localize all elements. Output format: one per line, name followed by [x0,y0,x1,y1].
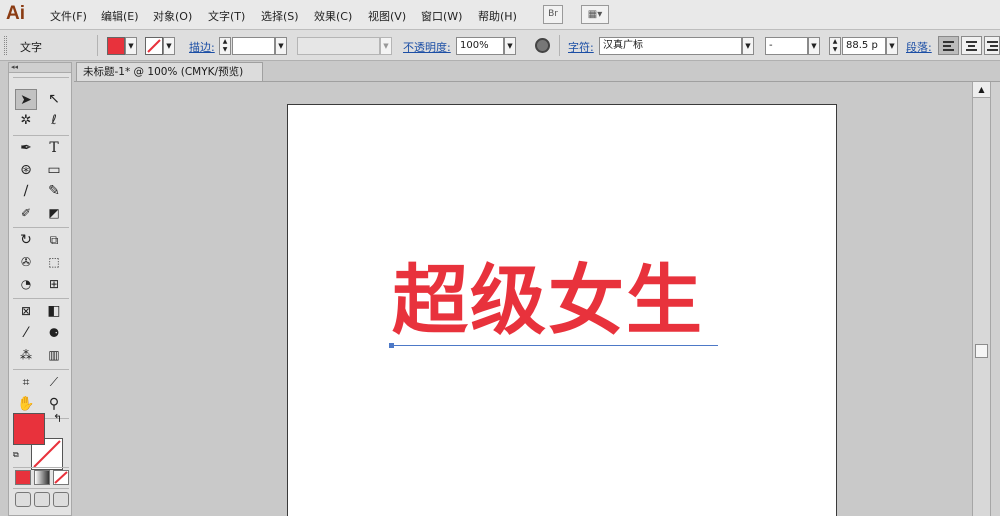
toolbox-panel: ◂◂ ➤ ↖ ✲ ℓ ✒ T ⊛ ▭ ∕ ✎ ✐ ◩ ↻ ⧉ ✇ ⬚ ◔ ⊞ ⊠… [8,62,72,516]
font-size-input[interactable]: 88.5 p [842,37,886,55]
stroke-label[interactable]: 描边: [189,39,215,55]
opacity-input[interactable]: 100% [456,37,504,55]
column-graph-tool-icon[interactable]: ▥ [43,345,65,366]
pencil-tool-icon[interactable]: ✎ [43,181,65,202]
pen-tool-icon[interactable]: ✒ [15,138,37,159]
selection-tool-icon[interactable]: ➤ [15,89,37,110]
workspace-grid-icon[interactable]: ▦▾ [581,5,609,24]
slice-tool-icon[interactable]: ⟋ [43,372,65,393]
menu-select[interactable]: 选择(S) [261,8,299,24]
align-center-button[interactable] [961,36,982,55]
right-panel-edge [990,82,1000,516]
opacity-label[interactable]: 不透明度: [403,39,451,55]
no-stroke-icon [147,39,161,53]
align-right-button[interactable] [984,36,1000,55]
scroll-up-arrow-icon[interactable]: ▲ [973,82,990,98]
menu-window[interactable]: 窗口(W) [421,8,462,24]
menu-edit[interactable]: 编辑(E) [101,8,139,24]
paintbrush-tool-icon[interactable]: ∕ [15,181,37,202]
spiral-tool-icon[interactable]: ⊛ [15,160,37,181]
stroke-weight-input[interactable] [232,37,275,55]
warp-tool-icon[interactable]: ✇ [15,252,37,273]
artboard-tool-icon[interactable]: ⌗ [15,372,37,393]
fill-swatch[interactable] [107,37,125,55]
free-transform-tool-icon[interactable]: ⬚ [43,252,65,273]
font-size-stepper[interactable]: ▲ ▼ [829,37,841,55]
gradient-tool-icon[interactable]: ◧ [43,301,65,322]
font-family-input[interactable]: 汉真广标 [599,37,742,55]
font-size-dropdown[interactable]: ▼ [886,37,898,55]
app-logo: Ai [6,3,25,24]
rectangle-tool-icon[interactable]: ▭ [43,160,65,181]
fill-dropdown-arrow[interactable]: ▼ [125,37,137,55]
grip-icon [4,36,7,55]
none-icon [54,471,68,484]
stroke-weight-stepper[interactable]: ▲ ▼ [219,37,231,55]
type-tool-icon[interactable]: T [43,138,65,159]
align-left-button[interactable] [938,36,959,55]
artboard[interactable]: 超级女生 [287,104,837,516]
shape-builder-tool-icon[interactable]: ◔ [15,274,37,295]
draw-behind-button[interactable] [34,492,50,507]
lasso-tool-icon[interactable]: ℓ [43,111,65,132]
canvas-area[interactable]: 超级女生 [74,82,972,516]
symbol-sprayer-tool-icon[interactable]: ⁂ [15,345,37,366]
stroke-weight-dropdown[interactable]: ▼ [275,37,287,55]
font-style-dropdown[interactable]: ▼ [808,37,820,55]
bridge-button[interactable]: Br [543,5,563,24]
perspective-grid-tool-icon[interactable]: ⊞ [43,274,65,295]
variable-width-profile[interactable] [297,37,380,55]
eyedropper-tool-icon[interactable]: ⁄ [15,323,37,344]
opacity-dropdown[interactable]: ▼ [504,37,516,55]
font-family-dropdown[interactable]: ▼ [742,37,754,55]
menu-view[interactable]: 视图(V) [368,8,406,24]
tool-name: 文字 [20,41,42,54]
text-baseline [392,345,718,346]
none-mode-button[interactable] [53,470,69,485]
document-tab[interactable]: 未标题-1* @ 100% (CMYK/预览) [76,62,263,82]
mesh-tool-icon[interactable]: ⊠ [15,301,37,322]
menu-bar: Ai 文件(F) 编辑(E) 对象(O) 文字(T) 选择(S) 效果(C) 视… [0,0,1000,30]
character-label[interactable]: 字符: [568,39,594,55]
gradient-mode-button[interactable] [34,470,50,485]
menu-effect[interactable]: 效果(C) [314,8,352,24]
menu-help[interactable]: 帮助(H) [478,8,517,24]
artboard-text[interactable]: 超级女生 [392,263,704,339]
text-anchor-point[interactable] [389,343,394,348]
magic-wand-tool-icon[interactable]: ✲ [15,111,37,132]
toolbox-collapse-icon[interactable]: ◂◂ [9,63,71,73]
swap-colors-icon[interactable]: ↰ [53,412,62,425]
vertical-scrollbar[interactable]: ▲ [972,82,990,516]
control-bar: 文字 ▼ ▼ 描边: ▲ ▼ ▼ ▼ 不透明度: 100% ▼ 字符: 汉真广标 … [0,30,1000,61]
blob-brush-tool-icon[interactable]: ✐ [15,203,37,224]
menu-object[interactable]: 对象(O) [153,8,192,24]
hand-tool-icon[interactable]: ✋ [15,394,37,415]
variable-width-dropdown[interactable]: ▼ [380,37,392,55]
font-style-input[interactable]: - [765,37,808,55]
scale-tool-icon[interactable]: ⧉ [43,230,65,251]
color-mode-button[interactable] [15,470,31,485]
draw-inside-button[interactable] [53,492,69,507]
direct-selection-tool-icon[interactable]: ↖ [43,89,65,110]
menu-type[interactable]: 文字(T) [208,8,245,24]
blend-tool-icon[interactable]: ⚈ [43,323,65,344]
stroke-swatch[interactable] [145,37,163,55]
fill-color-box[interactable] [13,413,45,445]
stroke-dropdown-arrow[interactable]: ▼ [163,37,175,55]
default-colors-icon[interactable]: ⧉ [13,450,19,460]
recolor-icon[interactable] [535,38,550,53]
draw-normal-button[interactable] [15,492,31,507]
scroll-thumb[interactable] [975,344,988,358]
eraser-tool-icon[interactable]: ◩ [43,203,65,224]
rotate-tool-icon[interactable]: ↻ [15,230,37,251]
menu-file[interactable]: 文件(F) [50,8,87,24]
paragraph-label[interactable]: 段落: [906,39,932,55]
